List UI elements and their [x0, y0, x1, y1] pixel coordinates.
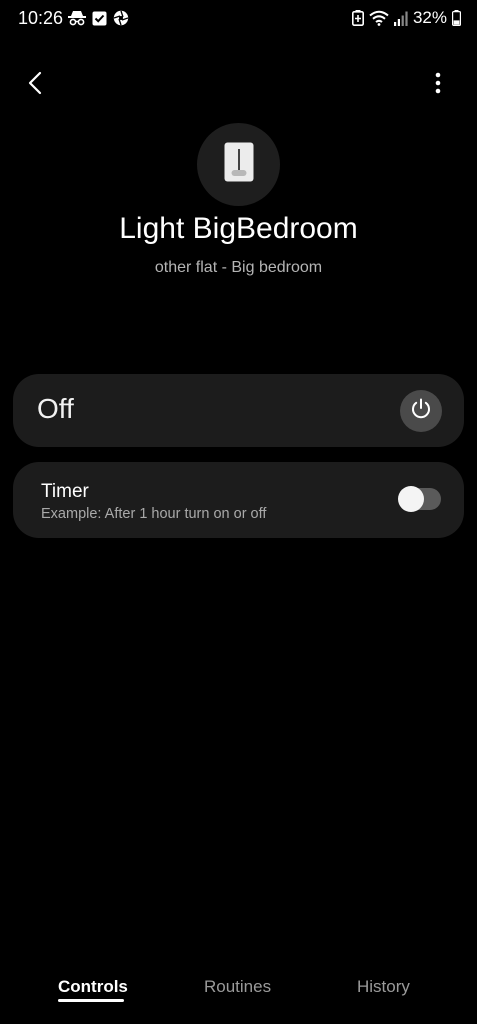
more-options-button[interactable]	[421, 68, 455, 102]
wifi-icon	[369, 10, 389, 26]
tab-routines[interactable]: Routines	[204, 977, 271, 997]
timer-description: Example: After 1 hour turn on or off	[41, 506, 267, 522]
active-tab-indicator	[58, 999, 124, 1002]
aperture-icon	[113, 10, 129, 26]
device-location: other flat - Big bedroom	[154, 259, 323, 276]
status-bar: 10:26 32%	[0, 0, 477, 38]
timer-card: Timer Example: After 1 hour turn on or o…	[13, 462, 464, 538]
bottom-tab-bar: Controls Routines History	[0, 965, 477, 1015]
power-icon	[410, 398, 432, 425]
chevron-left-icon	[28, 71, 42, 100]
tab-history[interactable]: History	[357, 977, 410, 997]
battery-percent: 32%	[412, 8, 447, 27]
status-right-icons: 32%	[351, 8, 461, 28]
incognito-icon	[68, 10, 86, 26]
toggle-knob	[398, 486, 424, 512]
status-time: 10:26	[18, 8, 64, 28]
timer-toggle[interactable]	[398, 486, 441, 512]
light-switch-icon	[224, 142, 254, 187]
device-icon-container	[197, 123, 280, 206]
device-name: Light BigBedroom	[119, 212, 358, 245]
signal-icon	[393, 11, 408, 26]
tab-controls[interactable]: Controls	[58, 977, 128, 997]
back-button[interactable]	[18, 68, 52, 102]
battery-icon	[452, 10, 461, 26]
timer-title: Timer	[41, 481, 89, 502]
power-state-label: Off	[37, 393, 74, 424]
checkbox-icon	[92, 11, 107, 26]
battery-saver-icon	[351, 10, 364, 26]
more-vertical-icon	[435, 72, 441, 99]
status-left-icons	[68, 10, 129, 26]
power-button[interactable]	[400, 390, 442, 432]
power-card[interactable]: Off	[13, 374, 464, 447]
